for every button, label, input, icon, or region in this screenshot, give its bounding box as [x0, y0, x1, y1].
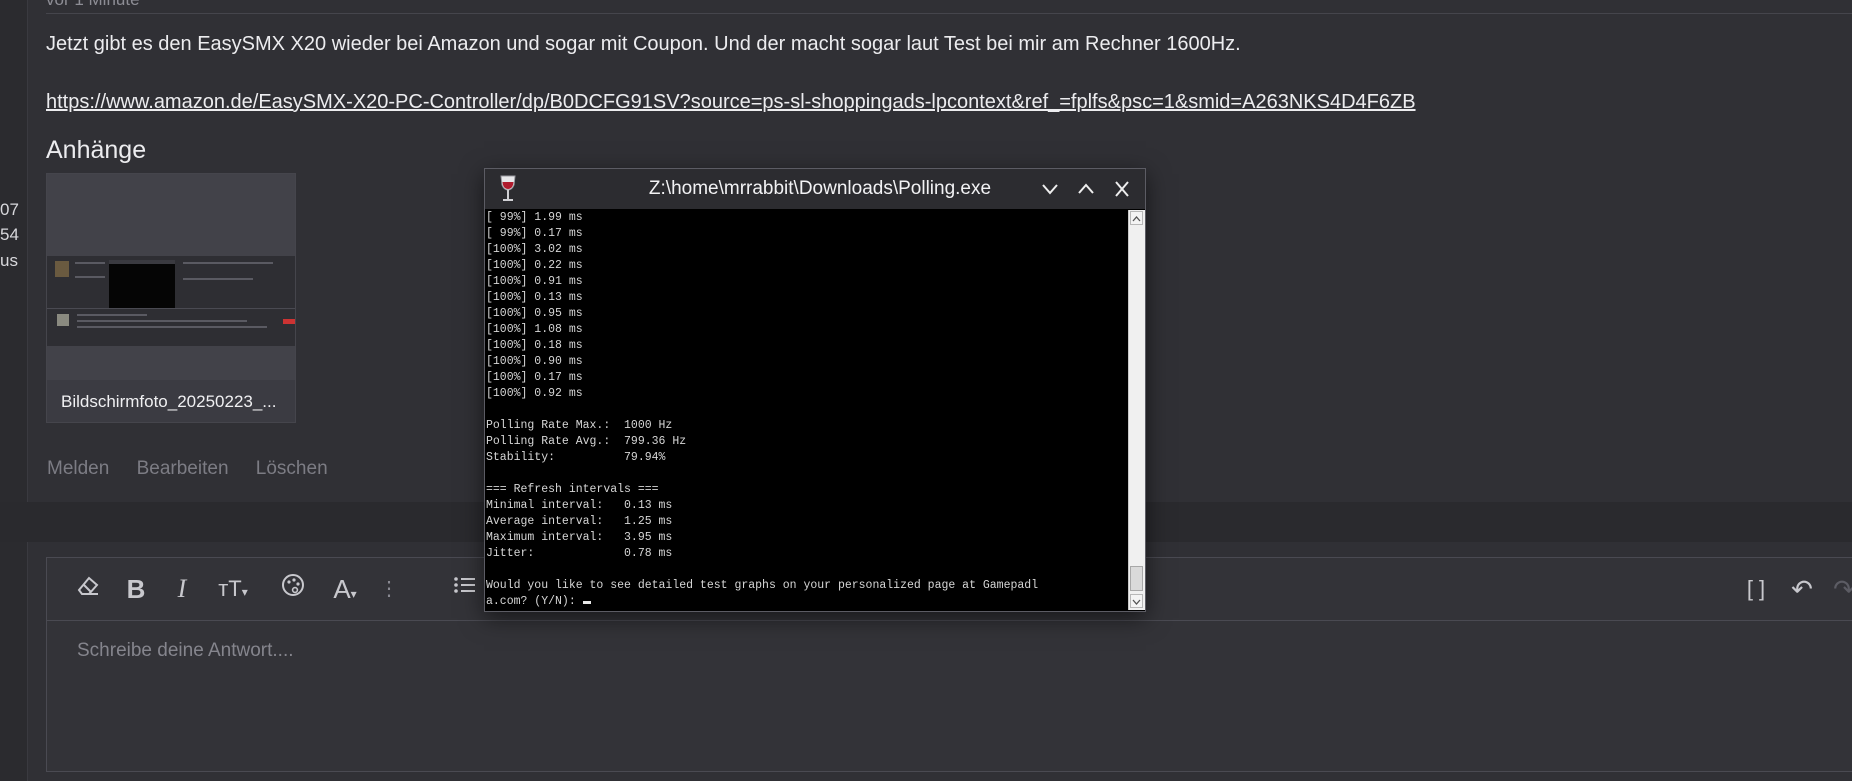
console-output[interactable]: [ 99%] 1.99 ms [ 99%] 0.17 ms [100%] 3.0… [486, 210, 1127, 610]
console-text: [ 99%] 1.99 ms [ 99%] 0.17 ms [100%] 3.0… [486, 211, 1039, 608]
amazon-link[interactable]: https://www.amazon.de/EasySMX-X20-PC-Con… [46, 91, 1416, 114]
more-options-icon[interactable]: ⋮ [379, 570, 399, 608]
report-button[interactable]: Melden [47, 458, 109, 479]
maximize-button[interactable] [1073, 177, 1099, 201]
post-divider [46, 13, 1852, 14]
gutter-divider [27, 0, 28, 781]
polling-console-window[interactable]: Z:\home\mrrabbit\Downloads\Polling.exe [… [484, 168, 1146, 612]
console-cursor [582, 601, 591, 604]
palette-icon[interactable] [277, 570, 309, 608]
reply-placeholder: Schreibe deine Antwort.... [77, 640, 294, 661]
font-icon[interactable]: A▾ [323, 570, 367, 608]
gutter-text: us [0, 251, 18, 270]
window-titlebar[interactable]: Z:\home\mrrabbit\Downloads\Polling.exe [485, 169, 1145, 209]
redo-icon[interactable]: ↷ [1829, 570, 1852, 608]
scroll-up-button[interactable] [1130, 211, 1143, 225]
edit-button[interactable]: Bearbeiten [137, 458, 229, 479]
vertical-scrollbar[interactable] [1128, 210, 1145, 610]
left-gutter: 07 54 us [0, 0, 28, 781]
gutter-text: 54 [0, 225, 19, 244]
close-button[interactable] [1109, 177, 1135, 201]
gutter-text: 07 [0, 200, 19, 219]
italic-icon[interactable]: I [167, 570, 197, 608]
eraser-icon[interactable] [73, 570, 103, 608]
attachment-thumbnail [47, 174, 295, 380]
post-actions: Melden Bearbeiten Löschen [47, 458, 350, 480]
scrollbar-thumb[interactable] [1130, 566, 1143, 591]
text-size-icon[interactable]: тT▾ [209, 570, 257, 608]
post-timestamp: vor 1 Minute [46, 0, 140, 10]
list-icon[interactable] [449, 570, 479, 608]
bold-icon[interactable]: B [121, 570, 151, 608]
brackets-icon[interactable]: [ ] [1741, 570, 1771, 608]
attachment-filename: Bildschirmfoto_20250223_... [61, 392, 277, 411]
attachment-card[interactable]: Bildschirmfoto_20250223_... [46, 173, 296, 423]
minimize-button[interactable] [1037, 177, 1063, 201]
post-body-text: Jetzt gibt es den EasySMX X20 wieder bei… [46, 33, 1241, 55]
delete-button[interactable]: Löschen [256, 458, 328, 479]
attachments-heading: Anhänge [46, 136, 147, 164]
undo-icon[interactable]: ↶ [1787, 570, 1817, 608]
thumbnail-screenshot [47, 256, 295, 346]
scroll-down-button[interactable] [1130, 594, 1143, 608]
